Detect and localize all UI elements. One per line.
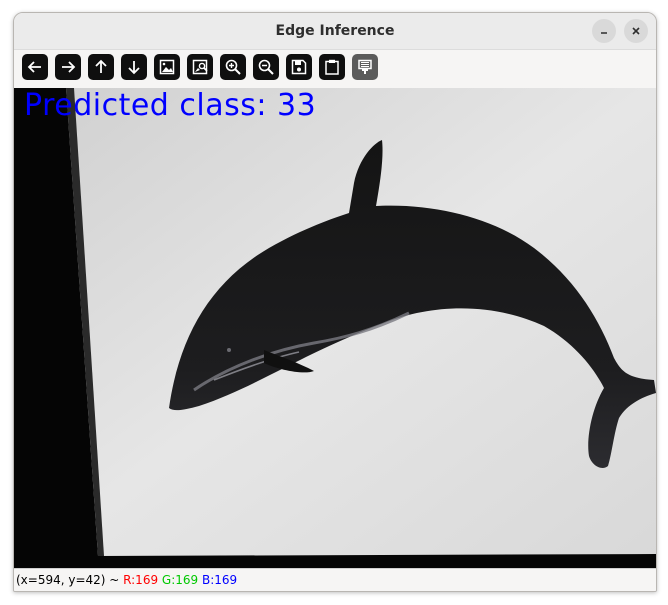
pan-up-button[interactable] bbox=[88, 54, 114, 80]
pan-down-button[interactable] bbox=[121, 54, 147, 80]
cursor-coordinates: (x=594, y=42) ~ bbox=[16, 573, 124, 587]
zoom-out-button[interactable] bbox=[253, 54, 279, 80]
arrow-down-icon bbox=[128, 61, 140, 75]
arrow-up-icon bbox=[95, 59, 107, 73]
zoom-out-icon bbox=[258, 59, 274, 75]
prediction-overlay-text: Predicted class: 33 bbox=[24, 88, 317, 123]
clipboard-icon bbox=[325, 59, 339, 75]
minimize-icon bbox=[601, 32, 607, 34]
close-icon bbox=[632, 27, 640, 35]
pan-left-button[interactable] bbox=[22, 54, 48, 80]
save-button[interactable] bbox=[286, 54, 312, 80]
save-icon bbox=[291, 59, 307, 75]
image-canvas[interactable]: Predicted class: 33 bbox=[14, 88, 656, 568]
pan-right-button[interactable] bbox=[55, 54, 81, 80]
pixel-blue-value: B:169 bbox=[202, 573, 238, 587]
pixel-red-value: R:169 bbox=[123, 573, 159, 587]
arrow-right-icon bbox=[62, 61, 76, 73]
zoom-in-button[interactable] bbox=[220, 54, 246, 80]
zoom-in-icon bbox=[225, 59, 241, 75]
pixel-green-value: G:169 bbox=[161, 573, 199, 587]
status-bar: (x=594, y=42) ~ R:169 G:169 B:169 bbox=[14, 568, 656, 591]
image-properties-button[interactable] bbox=[187, 54, 213, 80]
properties-icon bbox=[358, 59, 372, 74]
arrow-left-icon bbox=[27, 61, 41, 73]
minimize-button[interactable] bbox=[592, 19, 616, 43]
image-icon bbox=[159, 59, 175, 75]
image-properties-icon bbox=[192, 59, 208, 75]
app-window: Edge Inference Predicted class: 33 (x=59… bbox=[13, 12, 657, 592]
toolbar bbox=[14, 50, 656, 88]
properties-button[interactable] bbox=[352, 54, 378, 80]
copy-to-clipboard-button[interactable] bbox=[319, 54, 345, 80]
close-button[interactable] bbox=[624, 19, 648, 43]
dolphin-photo bbox=[14, 88, 656, 568]
window-title: Edge Inference bbox=[275, 23, 395, 39]
title-bar[interactable]: Edge Inference bbox=[14, 13, 656, 50]
zoom-original-button[interactable] bbox=[154, 54, 180, 80]
